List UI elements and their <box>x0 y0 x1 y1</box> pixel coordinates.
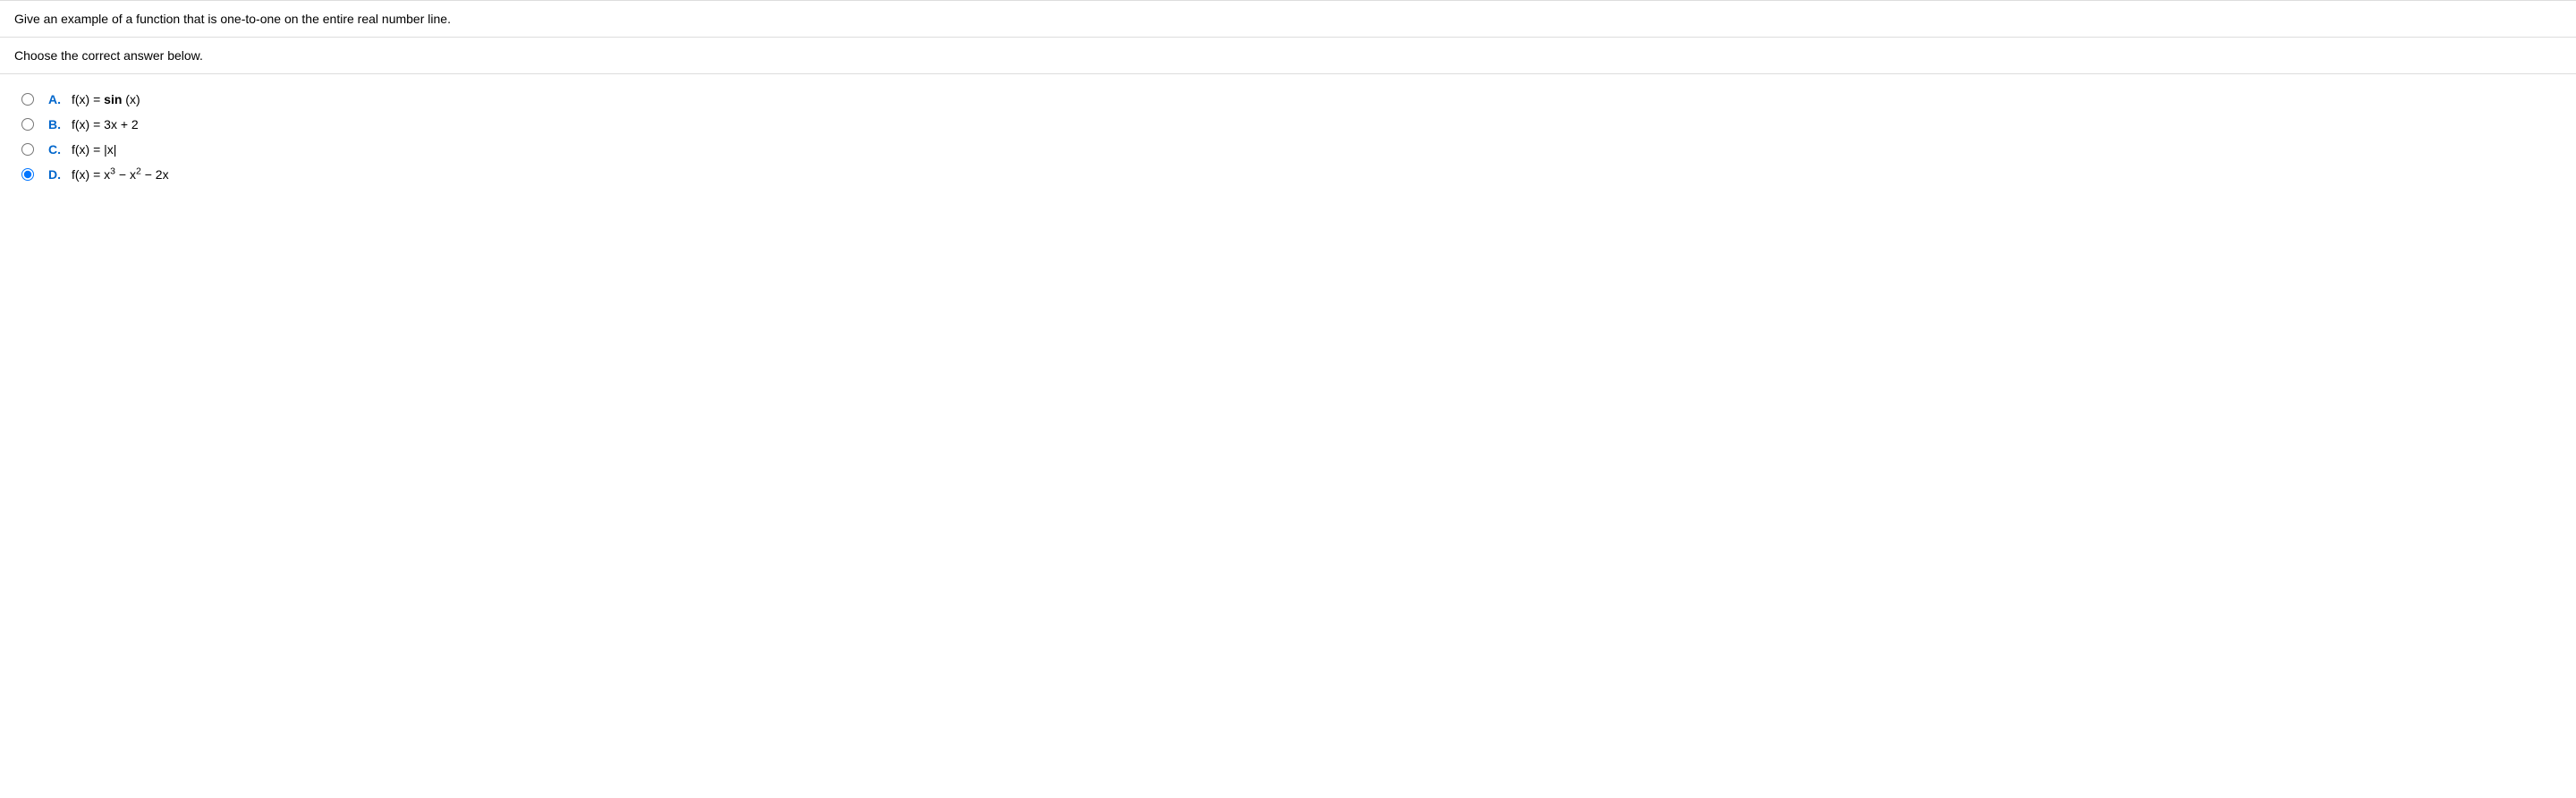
option-d[interactable]: D. f(x) = x3 − x2 − 2x <box>21 167 2555 182</box>
option-letter-c: C. <box>48 142 64 157</box>
instruction-label: Choose the correct answer below. <box>14 48 203 63</box>
question-text: Give an example of a function that is on… <box>14 12 451 26</box>
option-text-a: f(x) = sin (x) <box>72 92 140 106</box>
option-b[interactable]: B. f(x) = 3x + 2 <box>21 117 2555 132</box>
option-text-d: f(x) = x3 − x2 − 2x <box>72 167 169 182</box>
options-group: A. f(x) = sin (x) B. f(x) = 3x + 2 C. f(… <box>0 74 2576 210</box>
radio-b[interactable] <box>21 118 34 131</box>
instruction-text: Choose the correct answer below. <box>0 38 2576 74</box>
radio-c[interactable] <box>21 143 34 156</box>
option-a[interactable]: A. f(x) = sin (x) <box>21 92 2555 106</box>
option-letter-b: B. <box>48 117 64 132</box>
option-c[interactable]: C. f(x) = |x| <box>21 142 2555 157</box>
option-letter-a: A. <box>48 92 64 106</box>
radio-d[interactable] <box>21 168 34 181</box>
option-text-c: f(x) = |x| <box>72 142 116 157</box>
option-letter-d: D. <box>48 167 64 182</box>
question-prompt: Give an example of a function that is on… <box>0 0 2576 38</box>
radio-a[interactable] <box>21 93 34 106</box>
option-text-b: f(x) = 3x + 2 <box>72 117 139 132</box>
